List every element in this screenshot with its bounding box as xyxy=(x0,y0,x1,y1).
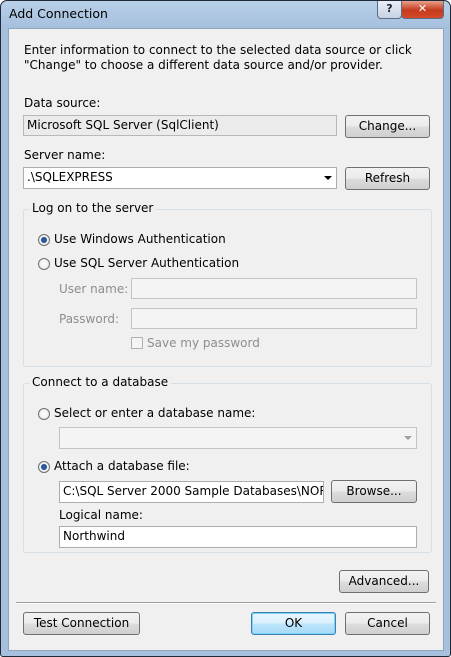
save-password-checkbox xyxy=(131,337,143,349)
help-button[interactable]: ? xyxy=(377,1,402,19)
server-name-value: .\SQLEXPRESS xyxy=(27,170,113,184)
attach-file-radio[interactable] xyxy=(38,461,50,473)
title-bar: Add Connection ? ✕ xyxy=(1,1,450,28)
close-button[interactable]: ✕ xyxy=(401,1,444,19)
data-source-label: Data source: xyxy=(24,96,101,110)
sql-auth-radio[interactable] xyxy=(38,258,50,270)
dropdown-arrow-icon[interactable] xyxy=(324,176,332,180)
dialog-body: Enter information to connect to the sele… xyxy=(8,28,444,651)
database-name-combobox xyxy=(59,427,417,449)
window-title: Add Connection xyxy=(9,6,108,21)
browse-button[interactable]: Browse... xyxy=(331,480,417,503)
user-name-label: User name: xyxy=(59,282,129,296)
database-group-title: Connect to a database xyxy=(29,375,172,389)
advanced-button[interactable]: Advanced... xyxy=(339,570,429,593)
server-name-combobox[interactable]: .\SQLEXPRESS xyxy=(23,167,337,189)
logical-name-field[interactable]: Northwind xyxy=(59,526,417,548)
password-field xyxy=(131,308,417,329)
data-source-field: Microsoft SQL Server (SqlClient) xyxy=(23,115,337,136)
windows-auth-radio[interactable] xyxy=(38,234,50,246)
sql-auth-label[interactable]: Use SQL Server Authentication xyxy=(54,256,239,270)
test-connection-button[interactable]: Test Connection xyxy=(23,612,140,635)
database-file-field[interactable]: C:\SQL Server 2000 Sample Databases\NORT… xyxy=(59,481,324,503)
cancel-button[interactable]: Cancel xyxy=(345,612,430,635)
add-connection-window: Add Connection ? ✕ Enter information to … xyxy=(0,0,451,657)
change-button[interactable]: Change... xyxy=(345,115,430,138)
server-name-label: Server name: xyxy=(24,148,106,162)
windows-auth-label[interactable]: Use Windows Authentication xyxy=(54,232,226,246)
intro-text: Enter information to connect to the sele… xyxy=(24,43,412,72)
ok-button[interactable]: OK xyxy=(251,612,336,635)
user-name-field xyxy=(131,278,417,299)
select-database-label[interactable]: Select or enter a database name: xyxy=(54,406,255,420)
attach-file-label[interactable]: Attach a database file: xyxy=(54,459,190,473)
dropdown-arrow-icon xyxy=(404,436,412,440)
select-database-radio[interactable] xyxy=(38,408,50,420)
refresh-button[interactable]: Refresh xyxy=(345,167,430,190)
logical-name-label: Logical name: xyxy=(59,508,143,522)
logon-group-title: Log on to the server xyxy=(29,201,157,215)
footer-separator xyxy=(16,602,436,604)
password-label: Password: xyxy=(59,312,120,326)
save-password-label: Save my password xyxy=(147,336,260,350)
